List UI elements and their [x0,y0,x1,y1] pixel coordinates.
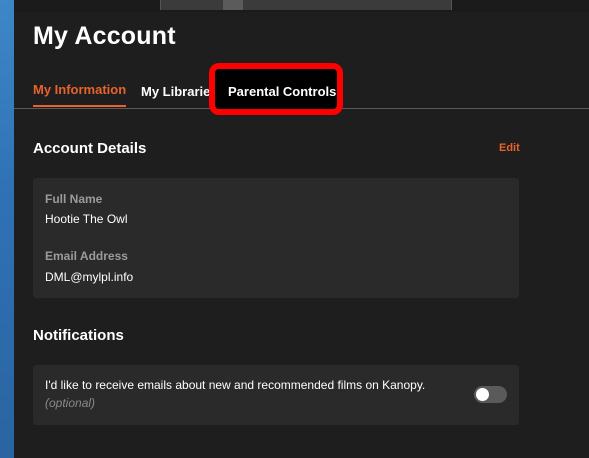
screen: My Account My Information My Libraries P… [0,0,589,458]
email-notification-label: I'd like to receive emails about new and… [45,378,426,392]
tab-my-information[interactable]: My Information [33,82,127,107]
email-address-value: DML@mylpl.info [45,270,134,284]
page-backdrop [14,0,589,12]
desktop-background-strip [0,0,14,458]
toggle-knob [476,388,489,401]
tab-my-libraries[interactable]: My Libraries [141,84,209,99]
optional-hint: (optional) [45,396,96,410]
email-notification-toggle[interactable] [474,386,507,403]
backdrop-thumbnail [160,0,452,10]
edit-account-link[interactable]: Edit [499,142,520,154]
email-address-label: Email Address [45,249,128,263]
account-details-heading: Account Details [33,140,147,157]
full-name-label: Full Name [45,192,103,206]
my-account-modal: My Account My Information My Libraries P… [14,12,589,458]
page-title: My Account [33,22,176,50]
backdrop-thumbnail-detail [223,0,243,10]
account-details-card: Full Name Hootie The Owl Email Address D… [33,178,519,298]
notifications-card: I'd like to receive emails about new and… [33,365,519,425]
notifications-heading: Notifications [33,327,124,344]
full-name-value: Hootie The Owl [45,212,128,226]
tab-parental-controls[interactable]: Parental Controls [228,84,336,99]
